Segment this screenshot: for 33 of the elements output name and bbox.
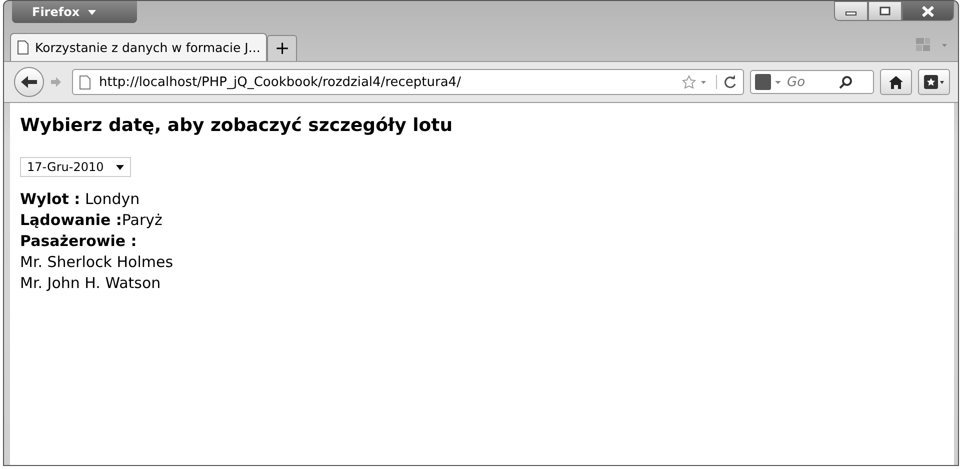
flight-detail-line: Wylot : Londyn <box>20 189 141 210</box>
date-select[interactable]: 17-Gru-2010 <box>20 157 131 177</box>
home-icon <box>889 76 903 88</box>
close-icon <box>921 6 935 16</box>
url-text: http://localhost/PHP_jQ_Cookbook/rozdzial4/receptura4/ <box>99 74 461 90</box>
page-icon <box>17 40 29 55</box>
tab-groups-icon <box>916 38 948 52</box>
page-heading: Wybierz datę, aby zobaczyć szczegóły lotu <box>20 115 454 136</box>
flight-detail-line: Mr. Sherlock Holmes <box>20 252 174 273</box>
firefox-menu-button[interactable]: Firefox <box>12 1 137 23</box>
search-icon[interactable] <box>839 75 853 89</box>
star-icon[interactable] <box>682 75 708 89</box>
flight-detail-line: Pasażerowie : <box>20 231 138 252</box>
browser-tab[interactable]: Korzystanie z danych w formacie J... <box>10 33 268 61</box>
minimize-button[interactable] <box>834 1 868 21</box>
home-button[interactable] <box>880 69 912 95</box>
maximize-button[interactable] <box>868 1 902 21</box>
back-arrow-icon <box>19 74 39 90</box>
star-icon <box>924 75 944 89</box>
caret-icon <box>88 10 96 14</box>
back-button[interactable] <box>14 67 44 97</box>
search-bar[interactable]: Go <box>750 70 874 94</box>
caret-icon <box>116 164 124 170</box>
forward-arrow-icon <box>50 76 62 88</box>
close-button[interactable] <box>902 1 954 21</box>
flight-detail-line: Lądowanie :Paryż <box>20 210 164 231</box>
reload-icon[interactable] <box>716 75 737 89</box>
page-icon <box>79 74 91 90</box>
maximize-icon <box>879 6 891 16</box>
new-tab-button[interactable]: + <box>267 35 298 61</box>
address-bar[interactable]: http://localhost/PHP_jQ_Cookbook/rozdzial4/receptura4/ <box>72 69 744 95</box>
flight-detail-line: Mr. John H. Watson <box>20 273 162 294</box>
bookmarks-button[interactable] <box>918 69 950 95</box>
